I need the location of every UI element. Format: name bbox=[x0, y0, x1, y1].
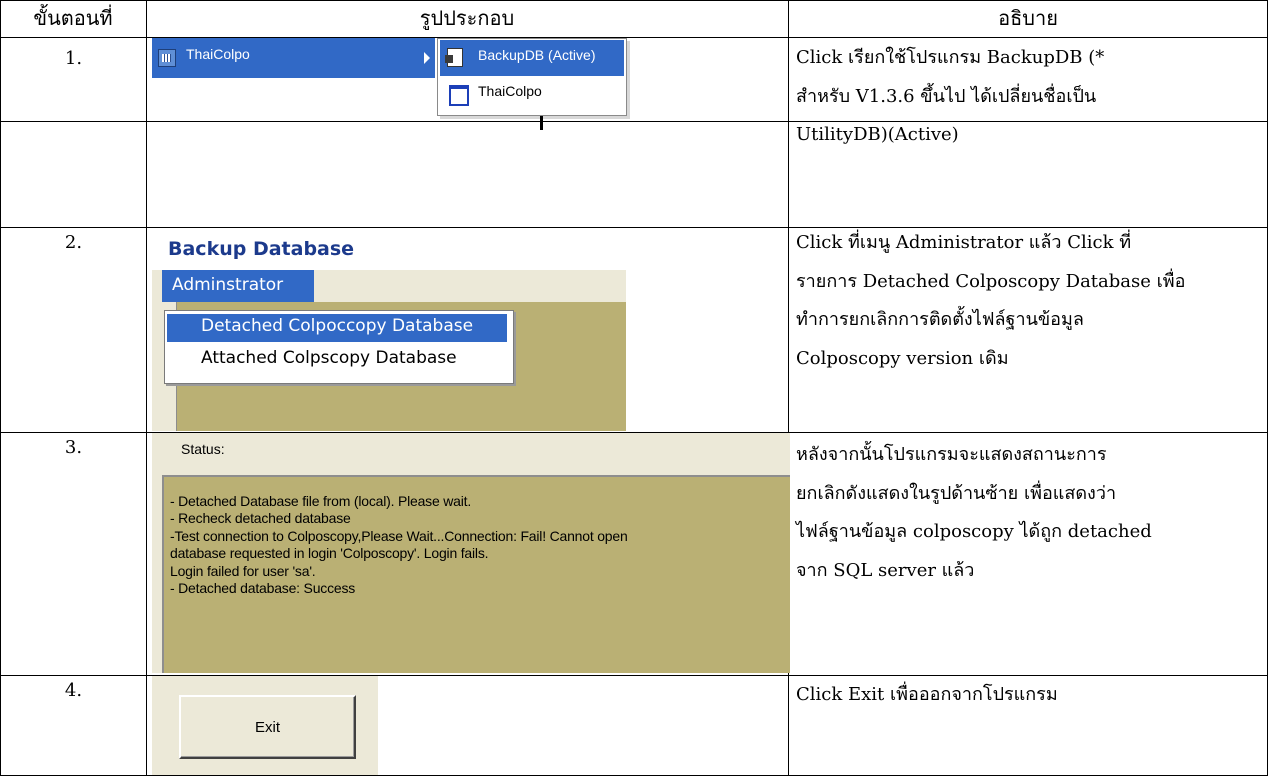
cursor-mark bbox=[540, 116, 543, 130]
submenu: BackupDB (Active) ThaiColpo bbox=[437, 38, 627, 116]
status-label: Status: bbox=[181, 441, 225, 457]
step-description-2: Click ที่เมนู Administrator แล้ว Click ท… bbox=[796, 224, 1256, 378]
description-line: หลังจากนั้นโปรแกรมจะแสดงสถานะการ bbox=[796, 444, 1107, 465]
table-border-right bbox=[1267, 0, 1268, 776]
menu-label: Adminstrator bbox=[172, 275, 284, 295]
description-line: ยกเลิกดังแสดงในรูปด้านซ้าย เพื่อแสดงว่า bbox=[796, 482, 1117, 504]
window-icon bbox=[449, 85, 469, 106]
program-group-icon bbox=[158, 49, 176, 67]
step-number-2: 2. bbox=[64, 232, 83, 253]
status-line: Login failed for user 'sa'. bbox=[170, 563, 316, 579]
header-description: อธิบาย bbox=[998, 6, 1058, 30]
window-title: Backup Database bbox=[168, 238, 355, 260]
status-panel-screenshot: Status: - Detached Database file from (l… bbox=[152, 433, 790, 673]
status-line: database requested in login 'Colposcopy'… bbox=[170, 545, 489, 561]
description-line: ทำการยกเลิกการติดตั้งไฟล์ฐานข้อมูล bbox=[796, 309, 1084, 330]
step-number-4: 4. bbox=[64, 680, 83, 701]
description-line: รายการ Detached Colposcopy Database เพื่… bbox=[796, 270, 1186, 292]
description-line: Click ที่เมนู Administrator แล้ว Click ท… bbox=[796, 232, 1132, 253]
document-icon bbox=[445, 48, 463, 67]
header-step: ขั้นตอนที่ bbox=[33, 6, 113, 30]
header-picture: รูปประกอบ bbox=[419, 6, 515, 30]
description-line: Click Exit เพื่อออกจากโปรแกรม bbox=[796, 684, 1058, 705]
status-line: - Detached database: Success bbox=[170, 580, 356, 596]
menu-bar: Adminstrator bbox=[152, 270, 626, 303]
table-border-left bbox=[0, 0, 1, 776]
step-description-3: หลังจากนั้นโปรแกรมจะแสดงสถานะการ ยกเลิกด… bbox=[796, 436, 1256, 590]
menu-item-detach-database[interactable]: Detached Colpoccopy Database bbox=[201, 316, 473, 336]
description-line: Colposcopy version เดิม bbox=[796, 347, 1009, 369]
menu-item-attach-database[interactable]: Attached Colpscopy Database bbox=[201, 348, 457, 368]
menu-item-label: ThaiColpo bbox=[186, 46, 250, 62]
status-line: - Recheck detached database bbox=[170, 510, 351, 526]
step-number-1: 1. bbox=[64, 48, 83, 69]
status-line: - Detached Database file from (local). P… bbox=[170, 493, 472, 509]
submenu-item-thaicolpo[interactable]: ThaiColpo bbox=[478, 83, 542, 99]
description-line: สำหรับ V1.3.6 ขึ้นไป ได้เปลี่ยนชื่อเป็น bbox=[796, 85, 1097, 107]
window-title-bar: Backup Database bbox=[152, 228, 626, 270]
menu-administrator[interactable]: Adminstrator bbox=[162, 270, 314, 303]
start-menu-screenshot: ThaiColpo BackupDB (Active) ThaiColpo bbox=[152, 38, 630, 130]
step-description-1: Click เรียกใช้โปรแกรม BackupDB (* สำหรับ… bbox=[796, 39, 1256, 155]
status-textbox[interactable]: - Detached Database file from (local). P… bbox=[162, 475, 790, 673]
step-description-4: Click Exit เพื่อออกจากโปรแกรม bbox=[796, 676, 1256, 715]
submenu-arrow-icon bbox=[424, 52, 430, 64]
backup-database-window: Backup Database Adminstrator Detached Co… bbox=[152, 228, 626, 431]
exit-button[interactable]: Exit bbox=[179, 695, 356, 759]
description-line: ไฟล์ฐานข้อมูล colposcopy ได้ถูก detached bbox=[796, 521, 1152, 542]
exit-button-screenshot: Exit bbox=[152, 676, 378, 775]
step-number-3: 3. bbox=[64, 437, 83, 458]
description-line: UtilityDB)(Active) bbox=[796, 124, 959, 145]
menu-item-thaicolpo[interactable]: ThaiColpo bbox=[152, 38, 435, 78]
column-divider-1 bbox=[146, 0, 147, 776]
description-line: จาก SQL server แล้ว bbox=[796, 559, 975, 581]
description-line: Click เรียกใช้โปรแกรม BackupDB (* bbox=[796, 47, 1105, 68]
status-line: -Test connection to Colposcopy,Please Wa… bbox=[170, 528, 628, 544]
administrator-dropdown: Detached Colpoccopy Database Attached Co… bbox=[164, 310, 514, 384]
submenu-item-label[interactable]: BackupDB (Active) bbox=[478, 47, 595, 63]
